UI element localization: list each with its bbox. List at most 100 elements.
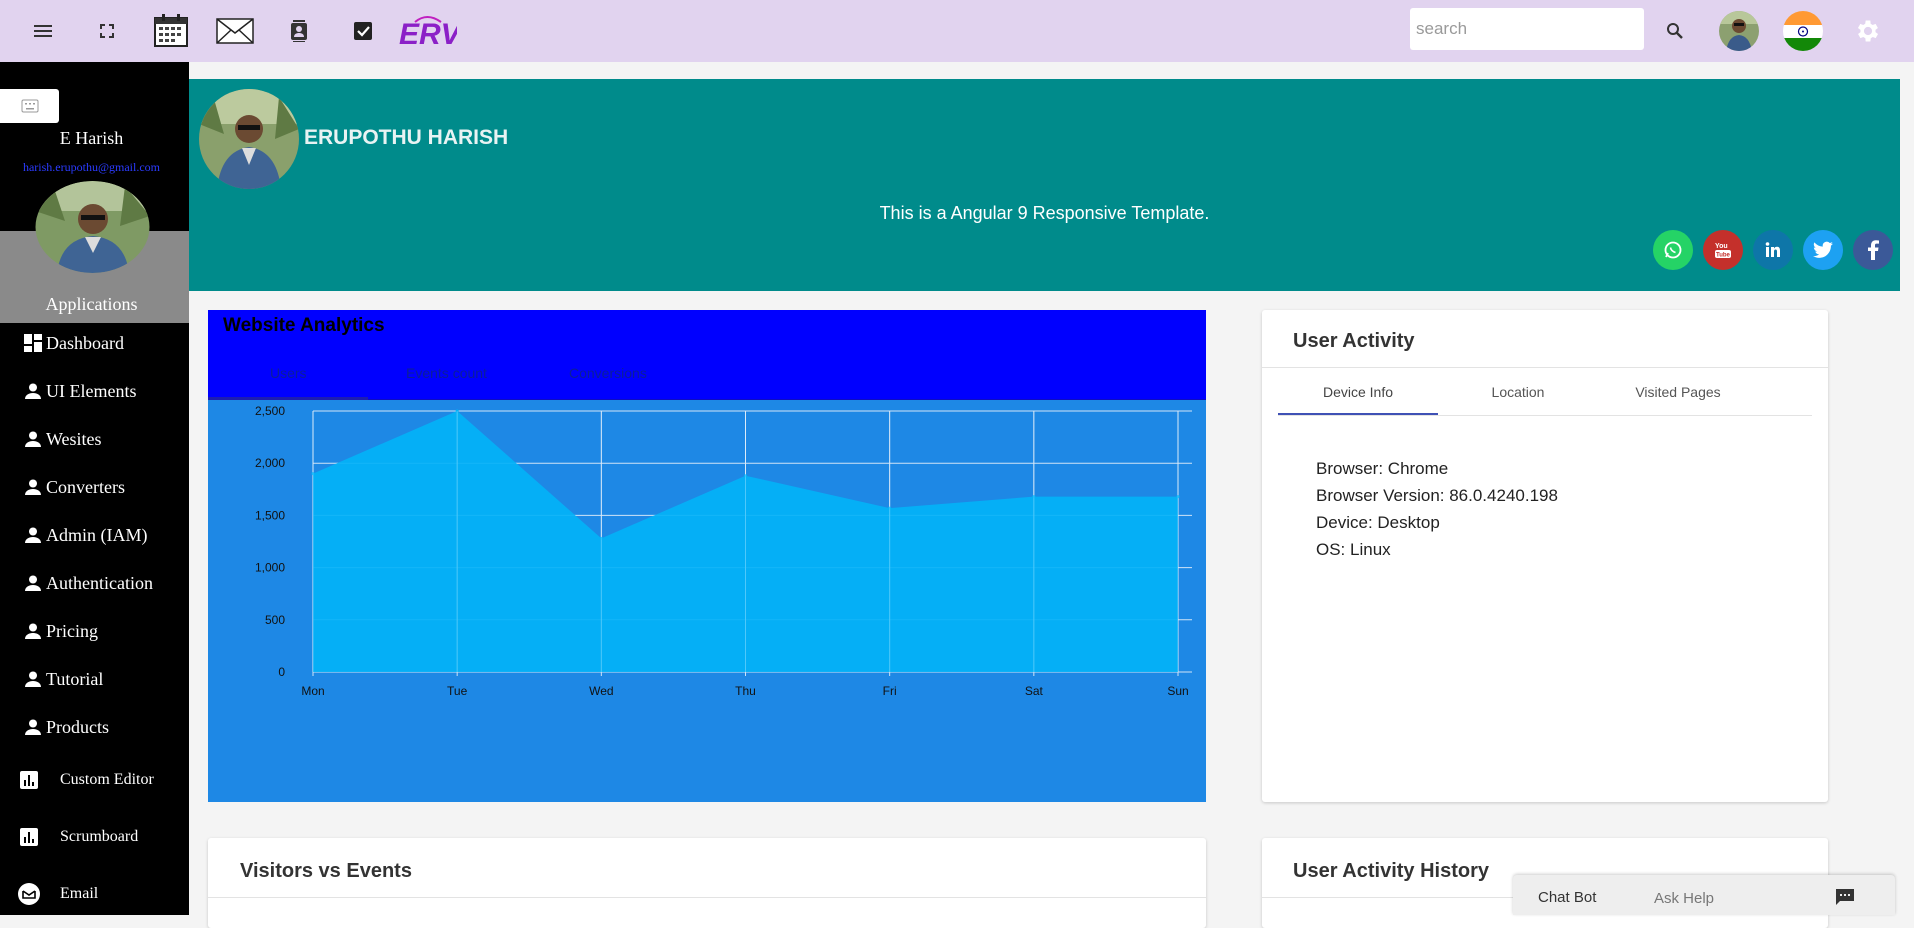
tasks-icon[interactable] xyxy=(342,0,384,62)
card-divider xyxy=(1262,367,1828,368)
sidebar-item-label: Email xyxy=(60,885,99,902)
visitors-events-title: Visitors vs Events xyxy=(240,860,412,882)
sidebar-item-wesites[interactable]: Wesites xyxy=(22,424,102,454)
person-icon xyxy=(22,524,44,546)
bar-chart-icon xyxy=(16,771,42,789)
user-avatar[interactable] xyxy=(1717,0,1761,62)
person-icon xyxy=(22,476,44,498)
dashboard-icon xyxy=(22,332,44,354)
sidebar-item-scrumboard[interactable]: Scrumboard xyxy=(16,822,138,852)
sidebar-item-label: Admin (IAM) xyxy=(46,524,148,545)
sidebar-item-label: UI Elements xyxy=(46,380,137,401)
fullscreen-icon[interactable] xyxy=(86,0,128,62)
mail-icon[interactable] xyxy=(214,0,256,62)
y-tick-label: 2,000 xyxy=(255,456,285,470)
email-icon xyxy=(16,883,42,905)
sidebar-user-email[interactable]: harish.erupothu@gmail.com xyxy=(0,160,183,175)
svg-text:Tube: Tube xyxy=(1716,253,1731,259)
top-toolbar: ERV xyxy=(0,0,1914,62)
sidebar-item-authentication[interactable]: Authentication xyxy=(22,568,153,598)
tab-active-indicator xyxy=(1278,413,1438,415)
profile-banner: ERUPOTHU HARISH This is a Angular 9 Resp… xyxy=(189,79,1900,291)
sidebar-item-pricing[interactable]: Pricing xyxy=(22,616,98,646)
whatsapp-icon[interactable] xyxy=(1653,230,1693,270)
chatbot-title[interactable]: Chat Bot xyxy=(1538,889,1596,906)
sidebar-item-label: Tutorial xyxy=(46,668,104,689)
sidebar-item-label: Custom Editor xyxy=(60,771,154,788)
x-tick-label: Mon xyxy=(301,684,324,698)
x-tick-label: Sat xyxy=(1025,684,1044,698)
sidebar-item-products[interactable]: Products xyxy=(22,712,109,742)
sidebar-item-label: Authentication xyxy=(46,572,153,593)
x-tick-label: Tue xyxy=(447,684,468,698)
user-activity-title: User Activity xyxy=(1293,330,1415,352)
chatbot-help[interactable]: Ask Help xyxy=(1654,890,1714,907)
sidebar-item-converters[interactable]: Converters xyxy=(22,472,125,502)
bar-chart-icon xyxy=(16,828,42,846)
svg-text:You: You xyxy=(1715,243,1728,250)
person-icon xyxy=(22,716,44,738)
chatbot-widget[interactable]: Chat Bot Ask Help xyxy=(1513,875,1895,915)
sidebar-item-custom-editor[interactable]: Custom Editor xyxy=(16,765,154,795)
x-tick-label: Thu xyxy=(735,684,756,698)
sidebar-item-label: Products xyxy=(46,716,109,737)
sidebar-item-admin[interactable]: Admin (IAM) xyxy=(22,520,148,550)
x-tick-label: Fri xyxy=(883,684,897,698)
users-area-chart: 0 500 1,000 1,500 2,000 2,500 Mon Tue Wed Thu Fri S… xyxy=(255,404,1192,698)
tab-users[interactable]: Users xyxy=(270,365,307,381)
sidebar: E Harish harish.erupothu@gmail.com Appli… xyxy=(0,62,189,915)
sidebar-item-email[interactable]: Email xyxy=(16,879,98,909)
x-tick-label: Wed xyxy=(589,684,613,698)
device-browser-version: Browser Version: 86.0.4240.198 xyxy=(1316,486,1558,505)
sidebar-item-label: Scrumboard xyxy=(60,828,139,845)
analytics-title: Website Analytics xyxy=(223,315,385,336)
website-analytics-card: Website Analytics Users Events count Con… xyxy=(208,310,1206,802)
device-browser: Browser: Chrome xyxy=(1316,459,1449,478)
y-tick-label: 0 xyxy=(278,665,285,679)
sidebar-item-label: Pricing xyxy=(46,620,98,641)
tab-location[interactable]: Location xyxy=(1438,384,1598,400)
menu-icon[interactable] xyxy=(22,0,64,62)
banner-avatar xyxy=(199,89,299,189)
settings-gear-icon[interactable] xyxy=(1846,0,1890,62)
profile-tagline: This is a Angular 9 Responsive Template. xyxy=(879,203,1210,223)
logo-text: ERV xyxy=(399,18,457,48)
sidebar-item-tutorial[interactable]: Tutorial xyxy=(22,664,103,694)
user-activity-card: User Activity Device Info Location Visit… xyxy=(1262,310,1828,802)
language-flag-icon[interactable] xyxy=(1781,0,1825,62)
chat-icon[interactable] xyxy=(1835,888,1855,911)
calendar-icon[interactable] xyxy=(150,0,192,62)
device-type: Device: Desktop xyxy=(1316,513,1440,532)
linkedin-icon[interactable] xyxy=(1753,230,1793,270)
y-tick-label: 2,500 xyxy=(255,404,285,418)
analytics-header: Website Analytics Users Events count Con… xyxy=(208,310,1206,400)
person-icon xyxy=(22,572,44,594)
sidebar-item-label: Dashboard xyxy=(46,332,124,353)
card-divider xyxy=(208,897,1206,898)
twitter-icon[interactable] xyxy=(1803,230,1843,270)
search-icon[interactable] xyxy=(1657,0,1693,62)
device-os: OS: Linux xyxy=(1316,540,1391,559)
sidebar-section-label: Applications xyxy=(45,294,138,314)
y-tick-label: 1,000 xyxy=(255,561,285,575)
logo[interactable]: ERV xyxy=(396,0,458,62)
contacts-icon[interactable] xyxy=(278,0,320,62)
tab-visited-pages[interactable]: Visited Pages xyxy=(1598,384,1758,400)
person-icon xyxy=(22,428,44,450)
tab-device-info[interactable]: Device Info xyxy=(1278,384,1438,400)
youtube-icon[interactable]: You Tube xyxy=(1703,230,1743,270)
tab-conversions[interactable]: Conversions xyxy=(569,365,647,381)
sidebar-item-dashboard[interactable]: Dashboard xyxy=(22,328,124,358)
profile-name: ERUPOTHU HARISH xyxy=(304,126,509,149)
user-activity-history-title: User Activity History xyxy=(1293,860,1489,882)
tab-events-count[interactable]: Events count xyxy=(406,365,487,381)
sidebar-toggle-button[interactable] xyxy=(0,89,59,123)
sidebar-item-ui-elements[interactable]: UI Elements xyxy=(22,376,136,406)
sidebar-user-name: E Harish xyxy=(59,128,124,148)
sidebar-item-label: Wesites xyxy=(46,428,102,449)
search-input[interactable] xyxy=(1410,8,1644,50)
facebook-icon[interactable] xyxy=(1853,230,1893,270)
person-icon xyxy=(22,620,44,642)
y-tick-label: 500 xyxy=(265,613,285,627)
sidebar-avatar xyxy=(35,181,150,273)
